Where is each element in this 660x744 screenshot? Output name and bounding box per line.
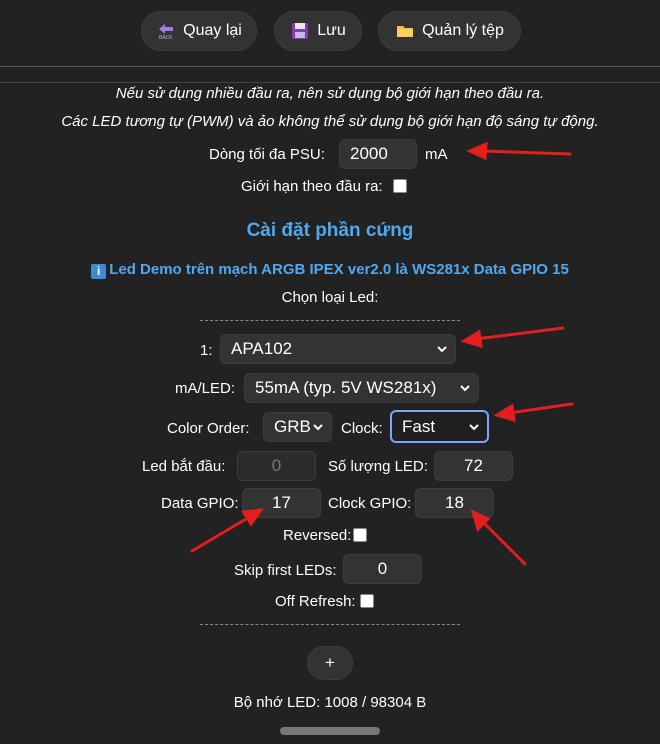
chevron-down-icon <box>313 424 323 431</box>
file-manager-button[interactable]: Quản lý tệp <box>378 11 521 51</box>
led-count-label: Số lượng LED: <box>328 458 428 475</box>
back-button[interactable]: BACK Quay lại <box>141 11 257 51</box>
ma-per-led-select[interactable]: 55mA (typ. 5V WS281x) <box>244 373 479 403</box>
chevron-down-icon <box>460 385 470 392</box>
dashed-divider-bottom <box>200 624 460 625</box>
annotation-arrow-clock <box>493 402 574 423</box>
clock-select[interactable]: Fast <box>390 410 489 443</box>
dashed-divider-top <box>200 320 460 321</box>
annotation-arrow-psu <box>466 141 572 161</box>
folder-icon <box>397 26 414 37</box>
toolbar-divider <box>0 66 660 67</box>
chevron-down-icon <box>469 423 479 430</box>
svg-text:BACK: BACK <box>159 35 173 41</box>
clock-value: Fast <box>402 416 436 436</box>
per-output-limit-checkbox[interactable] <box>393 179 407 193</box>
toolbar: BACK Quay lại Lưu Quản lý tệp <box>0 0 660 66</box>
annotation-arrow-led-type <box>460 326 565 349</box>
psu-max-current-input[interactable] <box>339 139 417 169</box>
annotation-arrows <box>190 141 574 566</box>
ma-per-led-label: mA/LED: <box>175 380 236 397</box>
clock-gpio-label: Clock GPIO: <box>328 495 412 512</box>
back-button-label: Quay lại <box>183 22 242 39</box>
choose-led-type-label: Chọn loại Led: <box>281 289 379 306</box>
color-order-select[interactable]: GRB <box>263 412 332 442</box>
info-icon: i <box>91 264 107 279</box>
ma-per-led-value: 55mA (typ. 5V WS281x) <box>255 378 437 397</box>
floppy-disk-icon <box>292 23 309 39</box>
led-type-select[interactable]: APA102 <box>220 334 456 364</box>
annotation-arrow-clock-gpio <box>470 509 527 566</box>
led-memory-usage: Bộ nhớ LED: 1008 / 98304 B <box>233 694 427 711</box>
off-refresh-label: Off Refresh: <box>275 593 356 610</box>
reversed-label: Reversed: <box>283 527 352 544</box>
clock-gpio-input[interactable] <box>415 488 494 518</box>
note-multiple-outputs: Nếu sử dụng nhiều đầu ra, nên sử dụng bộ… <box>115 85 545 102</box>
back-icon: BACK <box>159 24 173 41</box>
start-led-input[interactable] <box>237 451 316 481</box>
add-output-button-label: + <box>325 653 335 672</box>
save-button[interactable]: Lưu <box>274 11 362 51</box>
start-led-label: Led bắt đầu: <box>142 458 226 475</box>
save-button-label: Lưu <box>317 22 346 39</box>
hardware-settings-title: Cài đặt phần cứng <box>246 220 414 241</box>
skip-first-leds-label: Skip first LEDs: <box>234 562 337 579</box>
hardware-info-text: Led Demo trên mạch ARGB IPEX ver2.0 là W… <box>109 261 569 278</box>
led-type-value: APA102 <box>231 339 293 358</box>
data-gpio-input[interactable] <box>242 488 321 518</box>
off-refresh-checkbox[interactable] <box>360 594 374 608</box>
chevron-down-icon <box>437 346 447 353</box>
skip-first-leds-input[interactable] <box>343 554 422 584</box>
note-pwm-limiter: Các LED tương tự (PWM) và ảo không thể s… <box>61 113 599 130</box>
per-output-limit-label: Giới hạn theo đầu ra: <box>241 178 383 195</box>
section-divider <box>0 82 660 83</box>
data-gpio-label: Data GPIO: <box>161 495 239 512</box>
file-manager-button-label: Quản lý tệp <box>422 22 504 39</box>
psu-max-current-label: Dòng tối đa PSU: <box>209 146 325 163</box>
color-order-value: GRB <box>274 417 311 436</box>
hardware-info: i Led Demo trên mạch ARGB IPEX ver2.0 là … <box>0 261 660 279</box>
psu-unit-label: mA <box>425 146 448 163</box>
led-count-input[interactable] <box>434 451 513 481</box>
horizontal-scrollbar[interactable] <box>280 727 380 735</box>
clock-label: Clock: <box>341 420 383 437</box>
color-order-label: Color Order: <box>167 420 250 437</box>
reversed-checkbox[interactable] <box>353 528 367 542</box>
add-output-button[interactable]: + <box>307 646 353 680</box>
output-index-label: 1: <box>200 342 213 359</box>
